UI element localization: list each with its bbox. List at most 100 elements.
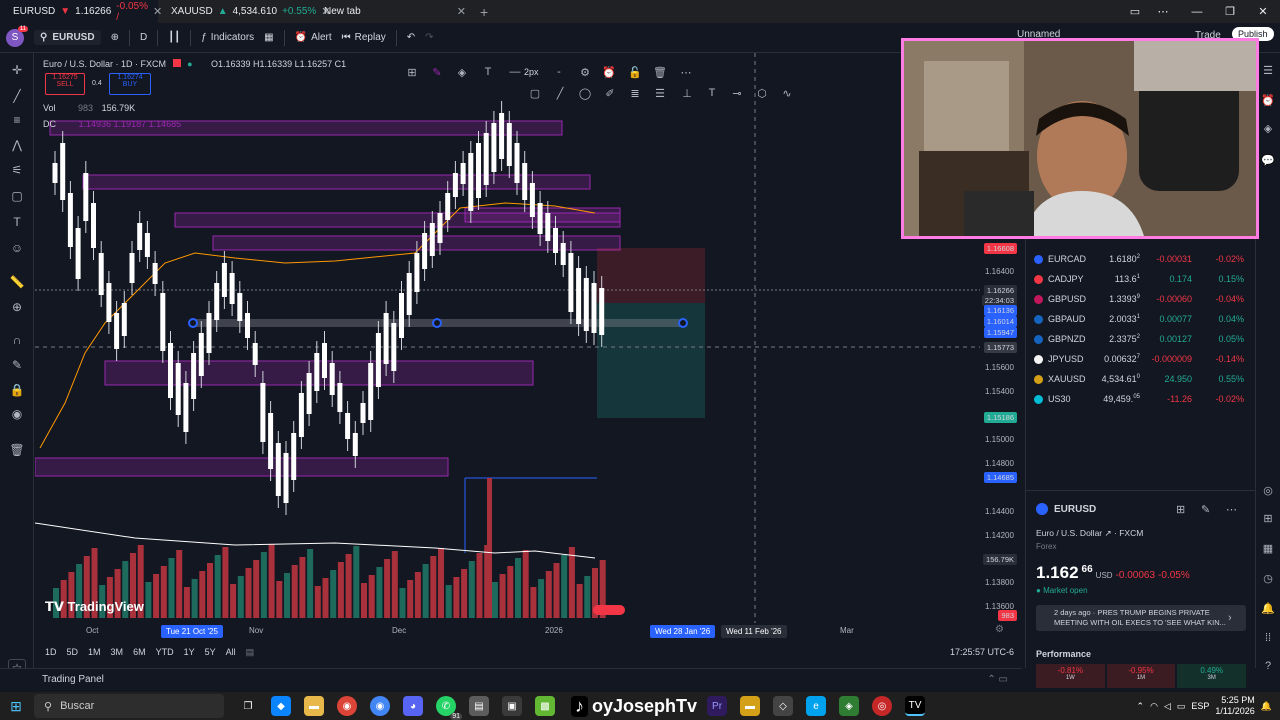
timeframe-1m[interactable]: 1M — [88, 647, 101, 657]
watchlist-row[interactable]: EURCAD 1.61802 -0.00031 -0.02% — [1034, 249, 1249, 269]
windows-start-icon[interactable]: ⊞ — [6, 696, 26, 716]
whatsapp-icon[interactable]: ✆ 91 — [436, 696, 462, 720]
chevron-up-icon[interactable]: ⌃ — [1137, 701, 1145, 712]
chrome-icon[interactable]: ◉ — [337, 696, 357, 716]
details-symbol[interactable]: EURUSD — [1054, 504, 1096, 515]
language-indicator[interactable]: ESP — [1191, 701, 1209, 711]
path-icon[interactable]: ∿ — [780, 86, 794, 100]
more-icon[interactable]: ⋯ — [1146, 0, 1180, 23]
text-color-icon[interactable]: T — [481, 65, 495, 79]
discord-icon[interactable]: ◕ — [403, 696, 423, 716]
minimize-icon[interactable]: — — [1180, 0, 1214, 23]
trading-panel-tab[interactable]: Trading Panel — [42, 674, 104, 685]
chevron-right-icon[interactable]: › — [1228, 612, 1232, 624]
eye-icon[interactable]: ◉ — [8, 405, 26, 423]
app-icon[interactable]: ◈ — [839, 696, 860, 716]
compare-icon[interactable]: ⊕ — [111, 32, 119, 43]
horizontal-line-icon[interactable]: ⊸ — [730, 86, 744, 100]
battery-icon[interactable]: ▭ — [1177, 701, 1186, 712]
interval-button[interactable]: D — [140, 32, 147, 43]
bell-icon[interactable]: 🔔 — [1261, 601, 1275, 615]
symbol-search[interactable]: ⚲ EURUSD — [34, 30, 101, 45]
buy-button[interactable]: 1.16274 BUY — [109, 73, 151, 95]
calculator-icon[interactable]: ▤ — [469, 696, 489, 716]
tradingview-icon[interactable]: TV — [905, 696, 926, 716]
help-icon[interactable]: ? — [1261, 659, 1275, 673]
chrome-profile-icon[interactable]: ◉ — [370, 696, 390, 716]
zoom-icon[interactable]: ⊕ — [8, 298, 26, 316]
tab-xauusd[interactable]: XAUUSD ▲ 4,534.610 +0.55% ✕ — [158, 0, 331, 23]
timeframe-1d[interactable]: 1D — [45, 647, 57, 657]
folder-icon[interactable]: ▬ — [740, 696, 761, 716]
line-icon[interactable]: ╱ — [553, 86, 567, 100]
geometry-icon[interactable]: ▢ — [8, 187, 26, 205]
trash-icon[interactable]: 🗑 — [8, 441, 26, 459]
fill-icon[interactable]: ◈ — [455, 65, 469, 79]
channel-icon[interactable]: ☰ — [653, 86, 667, 100]
templates-icon[interactable]: ▦ — [264, 32, 273, 43]
avatar[interactable]: S 11 — [6, 25, 28, 47]
line-width[interactable]: 2px — [524, 67, 539, 77]
timeframe-1y[interactable]: 1Y — [184, 647, 195, 657]
watchlist-row[interactable]: GBPAUD 2.00331 0.00077 0.04% — [1034, 309, 1249, 329]
magnet-icon[interactable]: ∩ — [8, 331, 26, 349]
watchlist-row[interactable]: CADJPY 113.61 0.174 0.15% — [1034, 269, 1249, 289]
brush-icon[interactable]: ✐ — [603, 86, 617, 100]
task-view-icon[interactable]: ❐ — [238, 696, 258, 716]
layers-icon[interactable]: ◈ — [1261, 121, 1275, 135]
maximize-icon[interactable]: ❐ — [1213, 0, 1247, 23]
watchlist-row[interactable]: JPYUSD 0.006327 -0.000009 -0.14% — [1034, 349, 1249, 369]
shape-icon[interactable]: ⬡ — [755, 86, 769, 100]
sell-button[interactable]: 1.16275 SELL — [45, 73, 85, 95]
dash-icon[interactable]: ‐ — [552, 65, 566, 79]
performance-cell[interactable]: -0.95% 1M — [1106, 664, 1176, 688]
candle-type-icon[interactable]: ┃┃ — [168, 32, 180, 43]
pencil-lock-icon[interactable]: ✎ — [8, 356, 26, 374]
crosshair-icon[interactable]: ✛ — [8, 61, 26, 79]
performance-cell[interactable]: 0.49% 3M — [1177, 664, 1247, 688]
line-style-icon[interactable]: — — [508, 65, 522, 79]
indicators-button[interactable]: ƒ Indicators — [201, 32, 254, 43]
minecraft-icon[interactable]: ▩ — [535, 696, 555, 716]
clock-icon[interactable]: ◷ — [1261, 571, 1275, 585]
edit-icon[interactable]: ✎ — [1201, 503, 1210, 516]
timeframe-5d[interactable]: 5D — [67, 647, 79, 657]
taskbar-clock[interactable]: 5:25 PM 1/11/2026 — [1215, 695, 1254, 717]
delete-icon[interactable]: 🗑 — [653, 65, 667, 79]
emoji-icon[interactable]: ☺ — [8, 239, 26, 257]
tab-new[interactable]: New tab ✕ — [316, 0, 474, 23]
watchlist-row[interactable]: US30 49,459.05 -11.26 -0.02% — [1034, 389, 1249, 409]
fib-icon[interactable]: ≣ — [628, 86, 642, 100]
taskbar-search[interactable]: ⚲ Buscar — [34, 694, 224, 718]
timeframe-all[interactable]: All — [226, 647, 236, 657]
pattern-icon[interactable]: ⋀ — [8, 136, 26, 154]
price-chart-canvas[interactable] — [35, 53, 1020, 640]
chat-icon[interactable]: 💬 — [1261, 153, 1275, 167]
edge-icon[interactable]: e — [806, 696, 827, 716]
grid-icon[interactable]: ⊞ — [1261, 511, 1275, 525]
alert-icon[interactable]: ⏰ — [602, 65, 616, 79]
settings-icon[interactable]: ⚙ — [578, 65, 592, 79]
forecast-icon[interactable]: ⚟ — [8, 161, 26, 179]
redo-icon[interactable]: ↷ — [425, 32, 433, 43]
timeframe-3m[interactable]: 3M — [111, 647, 124, 657]
watchlist-row[interactable]: GBPUSD 1.33939 -0.00060 -0.04% — [1034, 289, 1249, 309]
volume-icon[interactable]: ◁ — [1164, 701, 1171, 712]
pencil-icon[interactable]: ✎ — [430, 65, 444, 79]
obs-icon[interactable]: ◎ — [872, 696, 893, 716]
apps-icon[interactable]: ⁞⁞ — [1261, 631, 1275, 645]
trendline-icon[interactable]: ╱ — [8, 87, 26, 105]
undo-icon[interactable]: ↶ — [407, 32, 415, 43]
ruler-icon[interactable]: 📏 — [8, 273, 26, 291]
watchlist-row[interactable]: GBPNZD 2.33752 0.00127 0.05% — [1034, 329, 1249, 349]
chart-area[interactable]: Euro / U.S. Dollar · 1D · FXCM ● O1.1633… — [35, 53, 1020, 640]
app-icon[interactable]: ◇ — [773, 696, 794, 716]
lock-icon[interactable]: 🔓 — [628, 65, 642, 79]
watchlist-icon[interactable]: ☰ — [1261, 63, 1275, 77]
timeframe-5y[interactable]: 5Y — [205, 647, 216, 657]
templates-icon[interactable]: ⊞ — [405, 65, 419, 79]
rectangle-icon[interactable]: ▢ — [528, 86, 542, 100]
grid-icon[interactable]: ⊞ — [1176, 503, 1185, 516]
text-tool-icon[interactable]: T — [705, 86, 719, 100]
tab-eurusd[interactable]: EURUSD ▼ 1.16266 -0.05% / ✕ — [0, 0, 162, 23]
